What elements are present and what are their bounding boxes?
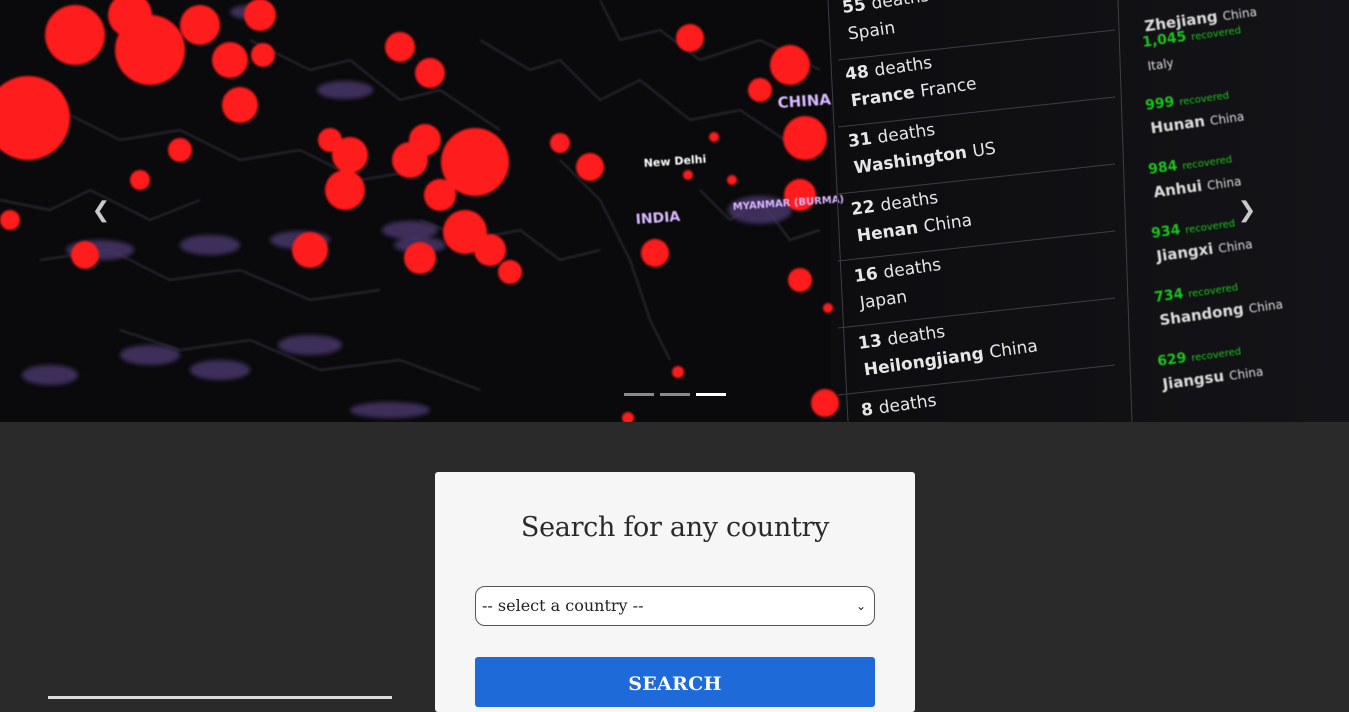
hotspot-dot-35 <box>788 268 812 292</box>
carousel-indicators <box>624 393 726 397</box>
hotspot-dot-40 <box>683 170 693 180</box>
map-label-blob-8 <box>382 221 438 239</box>
hotspot-dot-5 <box>180 5 220 45</box>
hotspot-dot-27 <box>404 242 436 274</box>
hotspot-dot-15 <box>474 234 506 266</box>
map-label-blob-2 <box>120 345 180 365</box>
hotspot-dot-10 <box>385 32 415 62</box>
hotspot-dot-6 <box>212 42 248 78</box>
hotspot-dot-20 <box>318 128 342 152</box>
hotspot-dot-42 <box>823 303 833 313</box>
hotspot-dot-24 <box>0 210 20 230</box>
hotspot-dot-41 <box>672 366 684 378</box>
hotspot-dot-38 <box>709 132 719 142</box>
carousel-prev-button[interactable]: ❮ <box>86 196 116 226</box>
map-label-blob-12 <box>350 402 430 418</box>
hotspot-dot-26 <box>292 232 328 268</box>
hotspot-dot-39 <box>727 175 737 185</box>
hotspot-dot-28 <box>576 153 604 181</box>
deaths-number: 13 <box>857 330 889 354</box>
carousel-indicator-1[interactable] <box>624 393 654 396</box>
hotspot-dot-9 <box>251 43 275 67</box>
hotspot-dot-18 <box>325 170 365 210</box>
carousel-next-button[interactable]: ❯ <box>1232 196 1262 226</box>
search-card: Search for any country -- select a count… <box>435 472 915 712</box>
hotspot-dot-25 <box>71 241 99 269</box>
carousel-indicator-2[interactable] <box>660 393 690 396</box>
hotspot-dot-29 <box>550 133 570 153</box>
hotspot-dot-13 <box>424 179 456 211</box>
hotspot-dot-30 <box>676 24 704 52</box>
hotspot-dot-21 <box>409 124 441 156</box>
map-label-2: INDIA <box>635 209 681 228</box>
map-label-blob-3 <box>190 360 250 380</box>
search-button[interactable]: SEARCH <box>475 657 875 707</box>
chevron-down-icon: ⌄ <box>855 599 866 613</box>
map-label-blob-1 <box>22 365 78 385</box>
place-name: US <box>971 139 997 162</box>
hotspot-dot-2 <box>45 5 105 65</box>
carousel-slide-image: CHINAINDIANew DelhiMYANMAR (BURMA) 55 de… <box>0 0 1349 422</box>
carousel-indicator-3[interactable] <box>696 393 726 396</box>
hotspot-dot-31 <box>770 45 810 85</box>
hotspot-dot-23 <box>130 170 150 190</box>
chevron-left-icon: ❮ <box>91 198 111 223</box>
hotspot-dot-16 <box>498 260 522 284</box>
hotspot-dot-22 <box>168 138 192 162</box>
hotspot-dot-8 <box>244 0 276 31</box>
country-select-value: -- select a country -- <box>482 596 644 615</box>
hotspot-dot-7 <box>222 87 258 123</box>
deaths-number: 48 <box>844 61 876 85</box>
hotspot-dot-11 <box>415 58 445 88</box>
hotspot-dot-32 <box>748 78 772 102</box>
country-select[interactable]: -- select a country -- ⌄ <box>475 586 875 626</box>
search-card-title: Search for any country <box>520 512 830 543</box>
map-label-blob-5 <box>180 235 240 255</box>
map-label-blob-4 <box>278 335 342 355</box>
map-label-blob-9 <box>317 81 373 99</box>
hotspot-dot-36 <box>811 389 839 417</box>
deaths-number: 22 <box>850 196 882 220</box>
hero-carousel: CHINAINDIANew DelhiMYANMAR (BURMA) 55 de… <box>0 0 1349 422</box>
hotspot-dot-37 <box>641 239 669 267</box>
deaths-number: 31 <box>847 128 879 152</box>
chevron-right-icon: ❯ <box>1237 198 1257 223</box>
deaths-number: 16 <box>853 263 885 287</box>
hotspot-dot-33 <box>783 116 827 160</box>
map-label-1: CHINA <box>777 90 832 112</box>
